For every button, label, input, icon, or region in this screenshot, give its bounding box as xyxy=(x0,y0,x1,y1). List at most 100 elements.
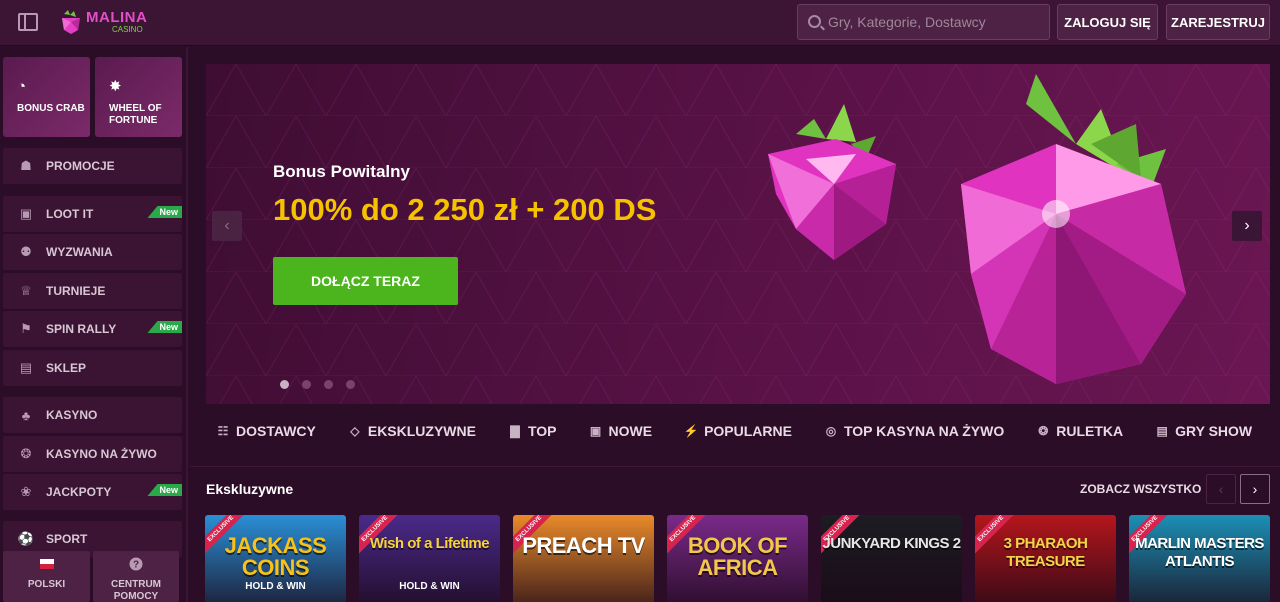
game-title: JACKASS COINS xyxy=(224,533,327,580)
sidebar-item-jackpoty[interactable]: ❀ JACKPOTY New xyxy=(3,474,182,510)
game-title: 3 PHARAOH TREASURE xyxy=(1003,535,1088,570)
tab-top-kasyna-na-zywo[interactable]: ◎ TOP KASYNA NA ŻYWO xyxy=(824,423,1004,439)
slide-indicator xyxy=(280,380,355,389)
slide-dot[interactable] xyxy=(324,380,333,389)
search-icon xyxy=(808,15,821,28)
tab-label: EKSKLUZYWNE xyxy=(367,423,476,439)
wheel-of-fortune-tile[interactable]: ✸ WHEEL OF FORTUNE xyxy=(95,57,182,137)
language-selector[interactable]: POLSKI xyxy=(3,551,90,602)
sidebar-item-kasyno-na-zywo[interactable]: ❂ KASYNO NA ŻYWO xyxy=(3,436,182,472)
row-prev-button[interactable]: ‹ xyxy=(1206,474,1236,504)
slide-dot[interactable] xyxy=(302,380,311,389)
language-label: POLSKI xyxy=(27,579,66,590)
join-now-button[interactable]: DOŁĄCZ TERAZ xyxy=(273,257,458,305)
tab-dostawcy[interactable]: ☷ DOSTAWCY xyxy=(216,423,316,439)
tab-nowe[interactable]: ▣ NOWE xyxy=(589,423,652,439)
crab-claw-icon: ◔ xyxy=(17,78,27,95)
challenge-icon: ⚉ xyxy=(20,244,32,259)
logo-subtext: CASINO xyxy=(112,25,143,34)
sidebar-item-label: WYZWANIA xyxy=(46,245,113,259)
tab-label: TOP xyxy=(527,423,557,439)
sidebar-item-label: JACKPOTY xyxy=(46,485,112,499)
shop-icon: ▤ xyxy=(19,360,33,375)
search-input[interactable] xyxy=(828,5,1043,39)
jackpot-icon: ❀ xyxy=(20,484,32,499)
chevron-right-icon: › xyxy=(1252,481,1258,497)
sidebar-item-label: KASYNO NA ŻYWO xyxy=(46,447,157,461)
game-card[interactable]: EXCLUSIVE JUNKYARD KINGS 2 xyxy=(821,515,962,602)
tab-top[interactable]: ▇ TOP xyxy=(508,423,557,439)
login-button[interactable]: ZALOGUJ SIĘ xyxy=(1057,4,1158,40)
tab-ruletka[interactable]: ❂ RULETKA xyxy=(1036,423,1123,439)
sidebar-item-spin-rally[interactable]: ⚑ SPIN RALLY New xyxy=(3,311,182,347)
game-title: PREACH TV xyxy=(522,533,645,558)
help-label: CENTRUM POMOCY xyxy=(111,579,161,602)
hero-subtitle: Bonus Powitalny xyxy=(273,162,410,181)
sidebar-item-loot-it[interactable]: ▣ LOOT IT New xyxy=(3,196,182,232)
help-center-button[interactable]: ? CENTRUM POMOCY xyxy=(93,551,179,602)
register-button[interactable]: ZAREJESTRUJ xyxy=(1166,4,1270,40)
hero-next-button[interactable]: › xyxy=(1232,211,1262,241)
row-next-button[interactable]: › xyxy=(1240,474,1270,504)
poland-flag-icon xyxy=(39,559,54,569)
slide-dot[interactable] xyxy=(280,380,289,389)
slide-dot[interactable] xyxy=(346,380,355,389)
category-tabs: ☷ DOSTAWCY ◇ EKSKLUZYWNE ▇ TOP ▣ NOWE ⚡ POPUL… xyxy=(206,408,1270,454)
game-title: Wish of a Lifetime xyxy=(369,535,490,552)
sidebar-item-wyzwania[interactable]: ⚉ WYZWANIA xyxy=(3,234,182,270)
sidebar-item-label: SKLEP xyxy=(46,361,87,375)
raspberry-logo-icon xyxy=(62,10,80,34)
game-subtitle: HOLD & WIN xyxy=(399,581,460,592)
tab-gry-show[interactable]: ▤ GRY SHOW xyxy=(1155,423,1252,439)
tab-label: TOP KASYNA NA ŻYWO xyxy=(843,423,1005,439)
game-card[interactable]: EXCLUSIVE BOOK OF AFRICA xyxy=(667,515,808,602)
casino-icon: ♣ xyxy=(21,407,31,423)
sidebar: ◔ BONUS CRAB ✸ WHEEL OF FORTUNE ☗ PROMOC… xyxy=(0,47,188,602)
chevron-left-icon: ‹ xyxy=(1218,481,1224,497)
game-title: BOOK OF AFRICA xyxy=(687,533,788,580)
show-icon: ▤ xyxy=(1156,424,1168,438)
live-casino-icon: ❂ xyxy=(20,446,32,461)
tab-label: GRY SHOW xyxy=(1175,423,1253,439)
game-card[interactable]: EXCLUSIVE JACKASS COINS HOLD & WIN xyxy=(205,515,346,602)
roulette-icon: ❂ xyxy=(1038,424,1049,438)
game-title: MARLIN MASTERS ATLANTIS xyxy=(1135,535,1264,570)
tab-ekskluzywne[interactable]: ◇ EKSKLUZYWNE xyxy=(348,423,476,439)
wheel-icon: ✸ xyxy=(109,78,122,95)
hero-prev-button[interactable]: ‹ xyxy=(212,211,242,241)
game-card[interactable]: EXCLUSIVE Wish of a Lifetime HOLD & WIN xyxy=(359,515,500,602)
sidebar-item-sklep[interactable]: ▤ SKLEP xyxy=(3,350,182,386)
svg-text:?: ? xyxy=(133,560,139,571)
new-icon: ▣ xyxy=(589,424,602,438)
game-subtitle: HOLD & WIN xyxy=(245,581,306,592)
new-badge: New xyxy=(147,321,182,333)
gift-icon: ☗ xyxy=(20,158,32,173)
diamond-icon: ◇ xyxy=(350,424,360,438)
sidebar-toggle-icon[interactable] xyxy=(18,13,38,31)
see-all-link[interactable]: ZOBACZ WSZYSTKO xyxy=(1080,482,1201,496)
game-card[interactable]: EXCLUSIVE MARLIN MASTERS ATLANTIS xyxy=(1129,515,1270,602)
tab-popularne[interactable]: ⚡ POPULARNE xyxy=(684,423,792,439)
game-card[interactable]: EXCLUSIVE 3 PHARAOH TREASURE xyxy=(975,515,1116,602)
tab-label: DOSTAWCY xyxy=(236,423,316,439)
logo[interactable]: MALINA CASINO xyxy=(60,6,160,38)
grid-icon: ☷ xyxy=(217,424,229,438)
trophy-icon: ♕ xyxy=(20,283,32,298)
bonus-crab-tile[interactable]: ◔ BONUS CRAB xyxy=(3,57,90,137)
sport-icon: ⚽ xyxy=(17,531,35,546)
tab-label: POPULARNE xyxy=(704,423,792,439)
sidebar-item-promocje[interactable]: ☗ PROMOCJE xyxy=(3,148,182,184)
sidebar-item-label: TURNIEJE xyxy=(46,284,106,298)
search-box[interactable] xyxy=(797,4,1050,40)
hero-banner[interactable]: Bonus Powitalny 100% do 2 250 zł + 200 D… xyxy=(206,64,1270,404)
chevron-right-icon: › xyxy=(1244,217,1250,234)
section-title: Ekskluzywne xyxy=(206,481,294,497)
sidebar-item-kasyno[interactable]: ♣ KASYNO xyxy=(3,397,182,433)
game-card[interactable]: EXCLUSIVE PREACH TV xyxy=(513,515,654,602)
hero-title: 100% do 2 250 zł + 200 DS xyxy=(273,192,657,227)
divider xyxy=(190,466,1280,467)
sidebar-item-turnieje[interactable]: ♕ TURNIEJE xyxy=(3,273,182,309)
tab-label: RULETKA xyxy=(1056,423,1124,439)
flag-icon: ⚑ xyxy=(20,321,32,336)
sidebar-item-label: KASYNO xyxy=(46,408,98,422)
